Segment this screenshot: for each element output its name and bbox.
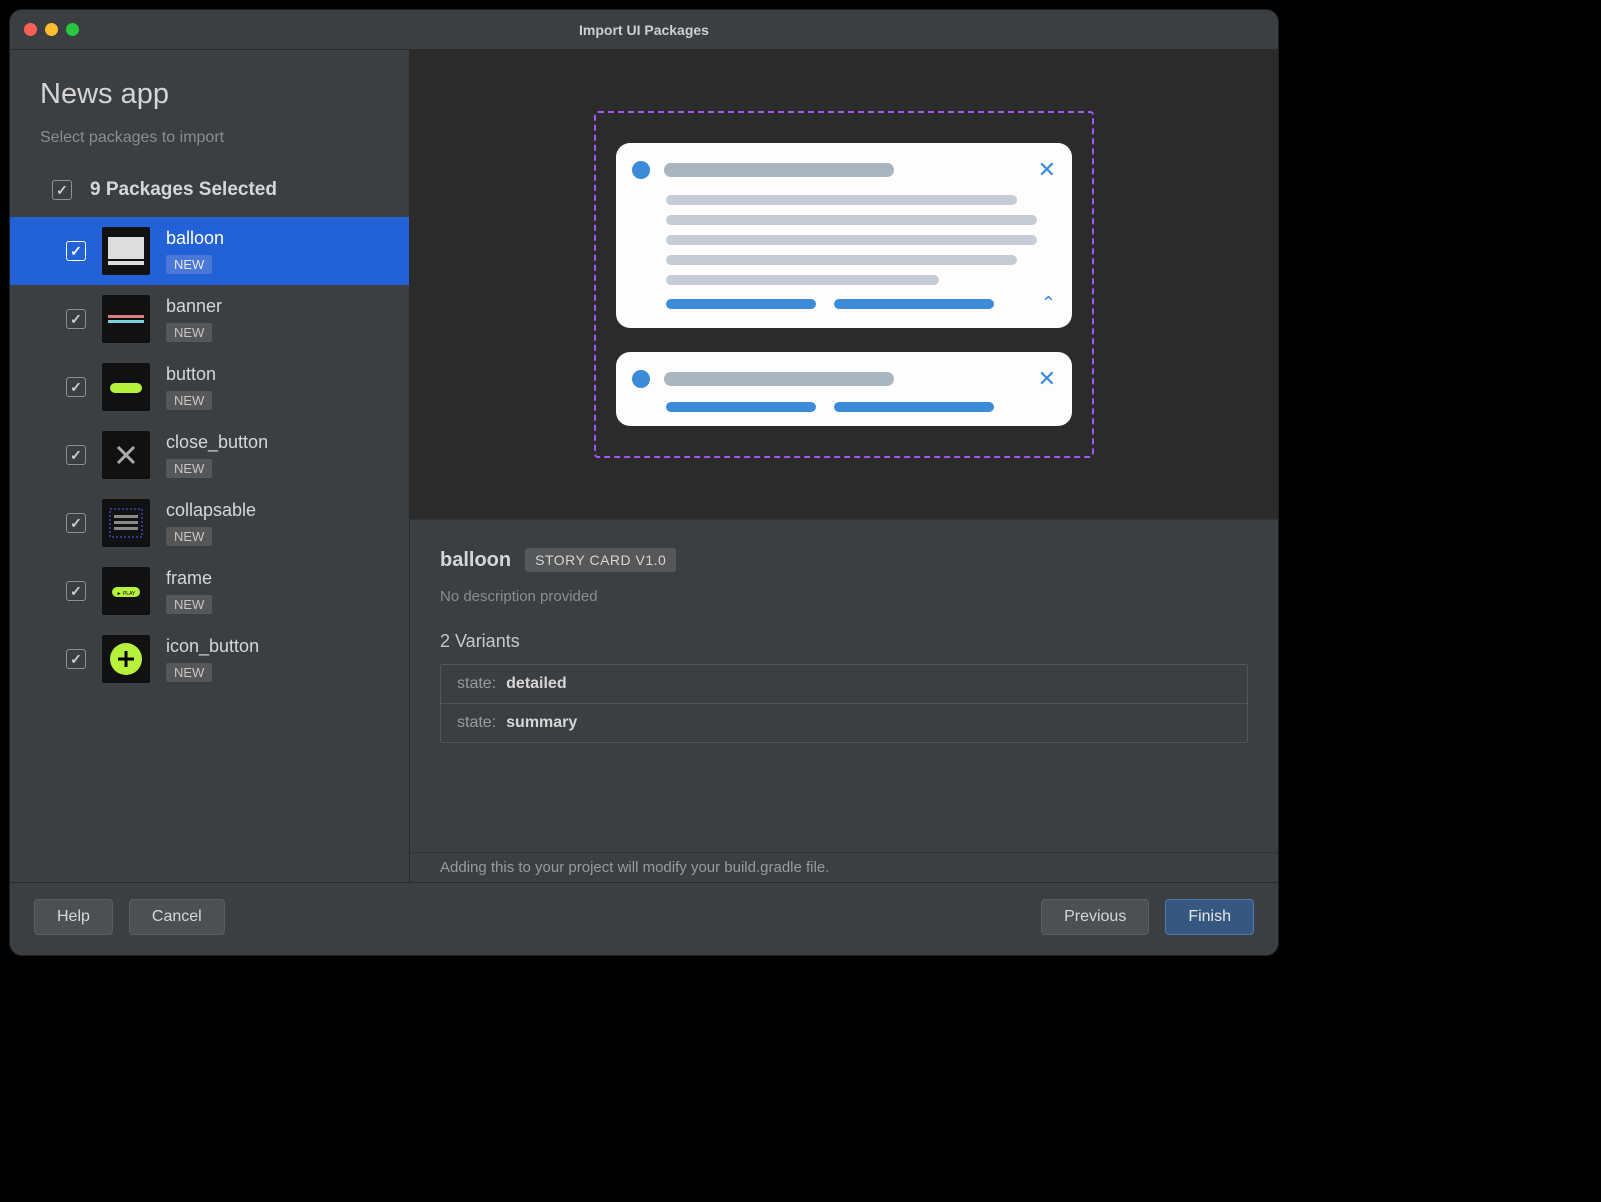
modify-note: Adding this to your project will modify … — [410, 852, 1278, 882]
package-thumbnail — [102, 363, 150, 411]
placeholder-pill — [666, 299, 816, 309]
placeholder-pill — [834, 299, 994, 309]
new-badge: NEW — [166, 459, 212, 478]
package-checkbox[interactable] — [66, 445, 86, 465]
app-subtitle: Select packages to import — [40, 129, 379, 147]
package-item-frame[interactable]: ► PLAY frame NEW — [10, 557, 409, 625]
import-dialog: Import UI Packages News app Select packa… — [10, 10, 1278, 955]
placeholder-line — [666, 235, 1037, 245]
variant-row: state: detailed — [441, 665, 1247, 704]
package-meta: close_button NEW — [166, 432, 268, 478]
package-name: banner — [166, 296, 222, 317]
variants-heading: 2 Variants — [440, 631, 1248, 652]
select-all-row[interactable]: 9 Packages Selected — [10, 165, 409, 217]
variants-table: state: detailed state: summary — [440, 664, 1248, 743]
package-list: balloon NEW banner NEW — [10, 217, 409, 882]
package-checkbox[interactable] — [66, 581, 86, 601]
detail-name: balloon — [440, 549, 511, 572]
placeholder-bar — [664, 163, 894, 177]
app-title: News app — [40, 78, 379, 111]
package-thumbnail — [102, 431, 150, 479]
new-badge: NEW — [166, 323, 212, 342]
package-thumbnail — [102, 635, 150, 683]
sidebar-header: News app Select packages to import — [10, 50, 409, 165]
package-meta: icon_button NEW — [166, 636, 259, 682]
variant-key: state: — [457, 675, 496, 693]
new-badge: NEW — [166, 255, 212, 274]
placeholder-line — [666, 215, 1037, 225]
package-item-balloon[interactable]: balloon NEW — [10, 217, 409, 285]
package-name: icon_button — [166, 636, 259, 657]
new-badge: NEW — [166, 595, 212, 614]
package-meta: collapsable NEW — [166, 500, 256, 546]
package-checkbox[interactable] — [66, 377, 86, 397]
select-all-checkbox[interactable] — [52, 180, 72, 200]
variant-value: summary — [506, 714, 577, 732]
svg-text:► PLAY: ► PLAY — [117, 591, 136, 597]
placeholder-pill — [834, 402, 994, 412]
cancel-button[interactable]: Cancel — [129, 899, 225, 935]
package-meta: balloon NEW — [166, 228, 224, 274]
package-meta: frame NEW — [166, 568, 212, 614]
preview-frame: ✕ ⌃ — [594, 111, 1094, 458]
placeholder-line — [666, 255, 1017, 265]
package-name: balloon — [166, 228, 224, 249]
main-panel: ✕ ⌃ — [410, 50, 1278, 882]
avatar-dot-icon — [632, 161, 650, 179]
previous-button[interactable]: Previous — [1041, 899, 1149, 935]
preview-area: ✕ ⌃ — [410, 50, 1278, 520]
footer: Help Cancel Previous Finish — [10, 882, 1278, 955]
package-checkbox[interactable] — [66, 309, 86, 329]
package-item-button[interactable]: button NEW — [10, 353, 409, 421]
preview-card-summary: ✕ — [616, 352, 1072, 426]
new-badge: NEW — [166, 391, 212, 410]
package-item-icon-button[interactable]: icon_button NEW — [10, 625, 409, 693]
package-checkbox[interactable] — [66, 513, 86, 533]
new-badge: NEW — [166, 663, 212, 682]
chevron-up-icon: ⌃ — [1041, 293, 1056, 314]
package-thumbnail — [102, 295, 150, 343]
placeholder-bar — [664, 372, 894, 386]
sidebar: News app Select packages to import 9 Pac… — [10, 50, 410, 882]
package-meta: button NEW — [166, 364, 216, 410]
package-name: frame — [166, 568, 212, 589]
package-thumbnail — [102, 227, 150, 275]
window-title: Import UI Packages — [10, 22, 1278, 38]
finish-button[interactable]: Finish — [1165, 899, 1254, 935]
placeholder-pill — [666, 402, 816, 412]
avatar-dot-icon — [632, 370, 650, 388]
package-item-collapsable[interactable]: collapsable NEW — [10, 489, 409, 557]
placeholder-line — [666, 275, 939, 285]
package-thumbnail: ► PLAY — [102, 567, 150, 615]
close-icon: ✕ — [1038, 157, 1056, 183]
close-icon: ✕ — [1038, 366, 1056, 392]
dialog-body: News app Select packages to import 9 Pac… — [10, 50, 1278, 882]
package-meta: banner NEW — [166, 296, 222, 342]
titlebar: Import UI Packages — [10, 10, 1278, 50]
placeholder-line — [666, 195, 1017, 205]
package-name: close_button — [166, 432, 268, 453]
variant-value: detailed — [506, 675, 566, 693]
detail-tag: STORY CARD V1.0 — [525, 548, 676, 572]
package-name: collapsable — [166, 500, 256, 521]
detail-description: No description provided — [440, 588, 1248, 605]
details-panel: balloon STORY CARD V1.0 No description p… — [410, 520, 1278, 852]
package-thumbnail — [102, 499, 150, 547]
variant-key: state: — [457, 714, 496, 732]
select-all-label: 9 Packages Selected — [90, 179, 277, 201]
package-item-banner[interactable]: banner NEW — [10, 285, 409, 353]
preview-card-detailed: ✕ ⌃ — [616, 143, 1072, 328]
package-checkbox[interactable] — [66, 241, 86, 261]
package-name: button — [166, 364, 216, 385]
package-checkbox[interactable] — [66, 649, 86, 669]
package-item-close-button[interactable]: close_button NEW — [10, 421, 409, 489]
help-button[interactable]: Help — [34, 899, 113, 935]
variant-row: state: summary — [441, 704, 1247, 742]
new-badge: NEW — [166, 527, 212, 546]
